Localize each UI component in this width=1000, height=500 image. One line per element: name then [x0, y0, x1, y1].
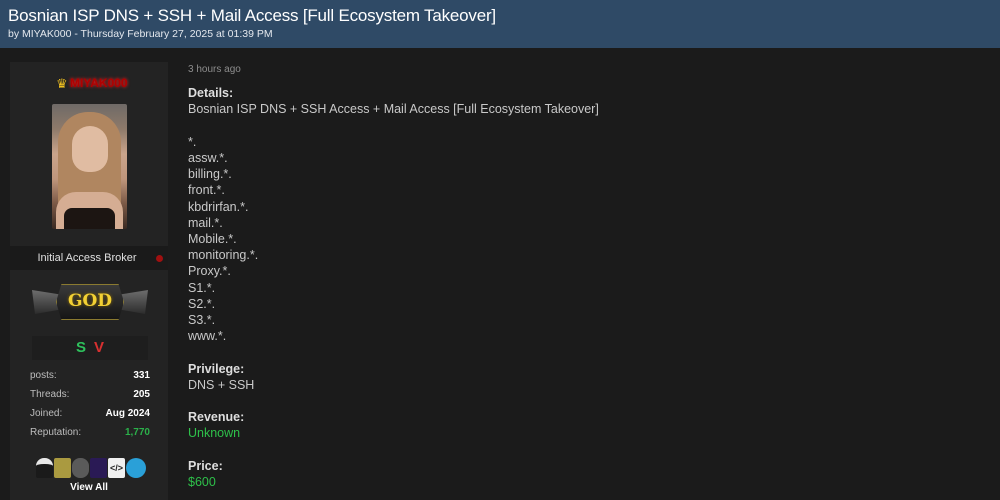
post-time[interactable]: 3 hours ago — [188, 62, 988, 78]
avatar-face — [72, 126, 108, 172]
details-text: Bosnian ISP DNS + SSH Access + Mail Acce… — [188, 102, 599, 117]
stat-label: posts: — [30, 370, 57, 381]
rank-title: Initial Access Broker — [37, 252, 137, 264]
domain-item: kbdrirfan.*. — [188, 199, 249, 214]
domain-item: mail.*. — [188, 215, 223, 230]
domain-item: monitoring.*. — [188, 248, 259, 263]
stat-label: Joined: — [30, 408, 63, 419]
hacker-award-icon[interactable] — [36, 458, 53, 478]
badge-s-icon: S — [75, 339, 86, 356]
stat-value[interactable]: 205 — [133, 389, 150, 400]
price-label: Price: — [188, 458, 223, 473]
author-username[interactable]: MIYAK000 — [70, 76, 128, 90]
award-icons: </> — [36, 458, 156, 480]
thread-header: Bosnian ISP DNS + SSH + Mail Access [Ful… — [0, 0, 1000, 48]
hood-award-icon[interactable] — [72, 458, 89, 478]
avatar-top — [64, 208, 115, 229]
stat-posts: posts: 331 — [30, 368, 150, 387]
domain-item: billing.*. — [188, 167, 232, 182]
user-badges: SV — [32, 336, 148, 360]
stat-threads: Threads: 205 — [30, 387, 150, 406]
matrix-award-icon[interactable] — [54, 458, 71, 478]
domain-item: www.*. — [188, 329, 227, 344]
avatar[interactable] — [52, 104, 127, 229]
stat-value[interactable]: 331 — [133, 370, 150, 381]
thread-title: Bosnian ISP DNS + SSH + Mail Access [Ful… — [8, 6, 496, 25]
group-badge-label: GOD — [67, 291, 113, 311]
view-all-awards-link[interactable]: View All — [10, 482, 168, 493]
privilege-label: Privilege: — [188, 361, 245, 376]
revenue-value: Unknown — [188, 426, 241, 441]
thread-meta: by MIYAK000 - Thursday February 27, 2025… — [8, 28, 273, 40]
group-badge: GOD — [32, 282, 148, 324]
domain-item: *. — [188, 134, 197, 149]
globe-award-icon[interactable] — [126, 458, 146, 478]
domain-item: Proxy.*. — [188, 264, 231, 279]
domain-item: S2.*. — [188, 296, 216, 311]
crown-icon: ♛ — [56, 76, 68, 91]
badge-v-icon: V — [94, 339, 105, 356]
domain-item: front.*. — [188, 183, 225, 198]
domain-item: S3.*. — [188, 313, 216, 328]
stat-value: Aug 2024 — [105, 408, 150, 419]
revenue-label: Revenue: — [188, 410, 245, 425]
domain-item: assw.*. — [188, 151, 228, 165]
rank-bar: Initial Access Broker — [10, 246, 168, 270]
price-value: $600 — [188, 475, 216, 490]
author-panel: ♛ MIYAK000 Initial Access Broker GOD SV … — [10, 62, 168, 500]
domain-list: *. assw.*. billing.*. front.*. kbdrirfan… — [188, 134, 988, 345]
privilege-value: DNS + SSH — [188, 377, 255, 392]
code-award-icon[interactable]: </> — [108, 458, 125, 478]
author-stats: posts: 331 Threads: 205 Joined: Aug 2024… — [30, 368, 150, 444]
domain-item: S1.*. — [188, 280, 216, 295]
purple-award-icon[interactable] — [90, 458, 107, 478]
stat-label: Reputation: — [30, 427, 82, 438]
stat-value[interactable]: 1,770 — [125, 427, 150, 438]
domain-item: Mobile.*. — [188, 232, 237, 247]
stat-label: Threads: — [30, 389, 70, 400]
stat-joined: Joined: Aug 2024 — [30, 406, 150, 425]
post-body: 3 hours ago Details: Bosnian ISP DNS + S… — [188, 62, 988, 490]
offline-status-icon — [156, 255, 163, 262]
stat-reputation: Reputation: 1,770 — [30, 425, 150, 444]
details-label: Details: — [188, 86, 234, 101]
